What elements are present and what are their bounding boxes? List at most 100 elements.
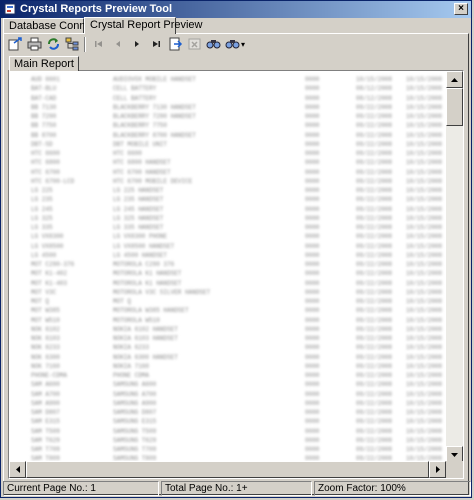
tab-main-report[interactable]: Main Report [9, 56, 79, 71]
scroll-left-icon[interactable] [9, 461, 26, 478]
print-icon[interactable] [26, 36, 42, 52]
table-cell: 10/15/2008 [406, 325, 443, 333]
report-page[interactable]: AUD 6601 AUDIOVOX MOBILE HANDSET 0000 10/15… [9, 71, 446, 463]
table-cell: LG 4500 [31, 251, 57, 259]
tab-crystal-report-preview[interactable]: Crystal Report Preview [84, 17, 202, 34]
table-cell: 10/15/2008 [406, 251, 443, 259]
table-cell: HTC 6600 [113, 150, 142, 157]
table-cell: MOT W385 [31, 307, 60, 315]
table-cell: LG 245 HANDSET [113, 205, 164, 213]
table-row: MOT V3C MOTOROLA V3C SILVER HANDSET 0000 09… [9, 288, 446, 297]
table-row: LG 245 LG 245 HANDSET 0000 09/22/2008 10/15/… [9, 205, 446, 214]
first-page-icon[interactable] [91, 36, 107, 52]
table-cell: 0000 [305, 122, 320, 130]
table-row: SAM T509 SAMSUNG T509 0000 09/22/2008 10/15/… [9, 427, 446, 436]
goto-page-icon[interactable] [167, 36, 183, 52]
refresh-icon[interactable] [45, 36, 61, 52]
scroll-up-icon[interactable] [446, 71, 463, 88]
group-tree-icon[interactable] [64, 36, 80, 52]
next-page-icon[interactable] [129, 36, 145, 52]
table-cell: LG VX8300 PHONE [113, 233, 168, 241]
table-cell: SAM E315 [31, 418, 60, 426]
table-cell: 10/15/2008 [406, 224, 443, 231]
window-title: Crystal Reports Preview Tool [20, 3, 173, 15]
table-cell: HTC 6700-LCD [31, 177, 75, 185]
table-cell: MOT K1-402 [31, 270, 68, 278]
table-cell: 0000 [305, 177, 320, 185]
table-cell: 10/15/2008 [406, 261, 443, 268]
table-cell: SAMSUNG A700 [113, 390, 157, 398]
table-cell: 09/22/2008 [356, 242, 393, 250]
table-cell: 09/22/2008 [356, 224, 393, 231]
table-cell: MOTOROLA C290 376 [113, 261, 175, 268]
table-cell: 10/15/2008 [406, 279, 443, 287]
table-cell: 0000 [305, 261, 320, 268]
table-row: LG 235 LG 235 HANDSET 0000 09/22/2008 10/15/… [9, 195, 446, 204]
table-cell: MOTOROLA W510 [113, 316, 160, 324]
table-cell: BAT-BLU [31, 85, 57, 93]
table-cell: CELL BATTERY [113, 94, 157, 102]
table-cell: 0000 [305, 390, 320, 398]
table-cell: SAM A700 [31, 390, 60, 398]
table-cell: 09/22/2008 [356, 279, 393, 287]
title-bar[interactable]: Crystal Reports Preview Tool × [1, 1, 471, 18]
table-cell: 0000 [305, 140, 320, 148]
table-cell: BLACKBERRY 7290 HANDSET [113, 113, 196, 120]
vertical-scroll-thumb[interactable] [446, 88, 463, 126]
previous-page-icon[interactable] [110, 36, 126, 52]
find-icon[interactable] [205, 36, 221, 52]
table-cell: 10/15/2008 [406, 427, 443, 435]
table-cell: 10/15/2008 [406, 344, 443, 352]
table-cell: AUDIOVOX MOBILE HANDSET [113, 76, 196, 83]
last-page-icon[interactable] [148, 36, 164, 52]
vertical-scrollbar[interactable] [446, 71, 463, 463]
zoom-icon[interactable]: ▾ [224, 36, 246, 52]
horizontal-scrollbar[interactable] [9, 461, 446, 478]
table-cell: 0000 [305, 159, 320, 167]
scroll-right-icon[interactable] [429, 461, 446, 478]
table-cell: BB 7130 [31, 103, 57, 111]
table-cell: NOKIA 7160 [113, 362, 150, 370]
table-cell: SAM T509 [31, 427, 60, 435]
table-row: LG VX8500 LG VX8500 HANDSET 0000 09/22/2008… [9, 242, 446, 251]
app-icon [4, 3, 16, 15]
close-button[interactable]: × [454, 3, 468, 15]
close-view-icon[interactable] [186, 36, 202, 52]
table-cell: 09/22/2008 [356, 122, 393, 130]
table-cell: SAMSUNG E315 [113, 418, 157, 426]
table-cell: 10/15/2008 [406, 316, 443, 324]
table-row: MOT K1-402 MOTOROLA K1 HANDSET 0000 09/22/2… [9, 269, 446, 278]
horizontal-scroll-thumb[interactable] [26, 461, 429, 478]
export-icon[interactable] [7, 36, 23, 52]
tab-database-connection[interactable]: Database Connection [3, 18, 115, 34]
scrollbar-corner [446, 461, 463, 478]
status-bar: Current Page No.: 1 Total Page No.: 1+ Z… [3, 481, 471, 497]
table-cell: 0000 [305, 325, 320, 333]
table-cell: 10/15/2008 [406, 418, 443, 426]
table-cell: 09/22/2008 [356, 196, 393, 204]
table-cell: LG 245 [31, 205, 53, 213]
table-cell: MOT W510 [31, 316, 60, 324]
table-cell: 09/22/2008 [356, 316, 393, 324]
table-cell: NOK 7160 [31, 362, 60, 370]
table-cell: 09/22/2008 [356, 251, 393, 259]
table-cell: 0000 [305, 150, 320, 157]
table-cell: 10/15/2008 [406, 150, 443, 157]
table-row: SAM A900 SAMSUNG A900 0000 09/22/2008 10/15/… [9, 399, 446, 408]
table-row: BAT-BLU CELL BATTERY 0000 08/12/2008 10/15/2… [9, 84, 446, 93]
report-viewer: AUD 6601 AUDIOVOX MOBILE HANDSET 0000 10/15… [8, 70, 464, 479]
table-row: MOT W510 MOTOROLA W510 0000 09/22/2008 10/15… [9, 316, 446, 325]
table-row: MOT W385 MOTOROLA W385 HANDSET 0000 09/22/2… [9, 306, 446, 315]
table-cell: 10/15/2008 [406, 372, 443, 379]
table-cell: LG 225 HANDSET [113, 187, 164, 194]
table-row: BB 8700 BLACKBERRY 8700 HANDSET 0000 09/22/… [9, 131, 446, 140]
toolbar-separator [84, 37, 86, 52]
zoom-dropdown-arrow-icon[interactable]: ▾ [241, 40, 245, 49]
table-cell: 09/22/2008 [356, 372, 393, 379]
table-cell: LG 335 HANDSET [113, 224, 164, 231]
table-cell: 0000 [305, 335, 320, 342]
table-row: HTC 6800 HTC 6800 HANDSET 0000 09/22/2008 10… [9, 158, 446, 167]
table-cell: LG VX8300 [31, 233, 64, 241]
table-cell: 09/22/2008 [356, 344, 393, 352]
table-cell: BLACKBERRY 7750 [113, 122, 168, 130]
